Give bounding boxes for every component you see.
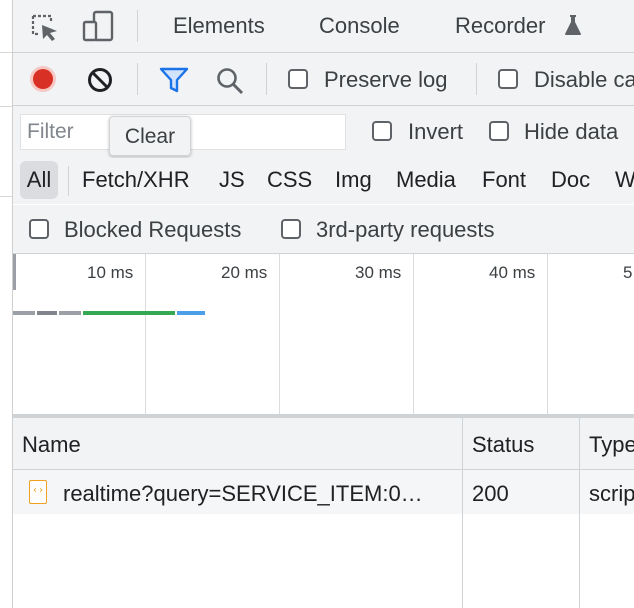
column-divider — [462, 470, 463, 608]
requests-table-header: Name Status Type — [13, 418, 634, 470]
search-icon[interactable] — [215, 66, 245, 96]
third-party-requests-label: 3rd-party requests — [316, 217, 495, 242]
tab-console[interactable]: Console — [319, 13, 400, 39]
divider — [476, 63, 477, 95]
timeline-bar-waiting — [83, 311, 175, 315]
type-filter-doc[interactable]: Doc — [551, 167, 590, 193]
type-filter-ws[interactable]: W — [615, 167, 634, 193]
devtools-tab-bar: Elements Console Recorder — [13, 0, 634, 53]
timeline-gridline — [145, 254, 146, 414]
disable-cache-label: Disable ca — [534, 67, 634, 92]
blocked-requests-label: Blocked Requests — [64, 217, 242, 242]
hide-data-urls-label: Hide data — [524, 119, 619, 144]
divider — [266, 63, 267, 95]
flask-icon — [564, 14, 582, 36]
page-edge-line — [0, 196, 12, 197]
invert-checkbox[interactable] — [372, 121, 392, 141]
request-status-cell: 200 — [472, 481, 509, 506]
timeline-gridline — [279, 254, 280, 414]
preserve-log-checkbox[interactable] — [288, 69, 308, 89]
resource-type-filter-bar: All Fetch/XHR JS CSS Img Media Font Doc … — [13, 158, 634, 204]
timeline-bar-queueing — [13, 311, 35, 315]
filter-icon[interactable] — [159, 66, 189, 94]
column-header-type[interactable]: Type — [589, 432, 634, 458]
filter-bar: Invert Hide data — [13, 106, 634, 158]
type-filter-media[interactable]: Media — [396, 167, 456, 193]
type-filter-img[interactable]: Img — [335, 167, 372, 193]
timeline-start-marker — [13, 254, 16, 290]
tab-elements[interactable]: Elements — [173, 13, 265, 39]
script-file-icon: ‹› — [29, 480, 47, 504]
timeline-tick-label: 5 — [623, 263, 633, 282]
request-options-bar: Blocked Requests 3rd-party requests — [13, 205, 634, 254]
timeline-tick-label: 20 ms — [221, 263, 268, 282]
timeline-tick-label: 40 ms — [489, 263, 536, 282]
preserve-log-label: Preserve log — [324, 67, 448, 92]
third-party-requests-checkbox[interactable] — [281, 219, 301, 239]
page-edge-line — [0, 106, 12, 107]
type-filter-font[interactable]: Font — [482, 167, 526, 193]
blocked-requests-checkbox[interactable] — [29, 219, 49, 239]
tab-recorder[interactable]: Recorder — [455, 13, 545, 39]
timeline-tick-label: 10 ms — [87, 263, 134, 282]
requests-table-body — [13, 514, 634, 608]
type-filter-js[interactable]: JS — [219, 167, 245, 193]
record-icon[interactable] — [29, 65, 57, 93]
column-divider — [579, 470, 580, 608]
timeline-gridline — [413, 254, 414, 414]
page-edge-line — [0, 52, 12, 53]
network-overview-timeline[interactable]: 10 ms 20 ms 30 ms 40 ms 5 — [13, 254, 634, 414]
divider — [137, 10, 138, 42]
timeline-bar-stalled — [37, 311, 57, 315]
request-name-cell: realtime?query=SERVICE_ITEM:0… — [63, 481, 423, 506]
type-filter-all[interactable]: All — [20, 161, 58, 199]
type-filter-css[interactable]: CSS — [267, 167, 312, 193]
clear-tooltip: Clear — [109, 116, 191, 156]
type-filter-fetch-xhr[interactable]: Fetch/XHR — [82, 167, 190, 193]
hide-data-urls-checkbox[interactable] — [489, 121, 509, 141]
disable-cache-checkbox[interactable] — [498, 69, 518, 89]
column-header-status[interactable]: Status — [472, 432, 534, 458]
invert-label: Invert — [408, 119, 464, 144]
column-divider[interactable] — [462, 418, 463, 470]
timeline-bar-connect — [59, 311, 81, 315]
divider — [68, 166, 69, 196]
page-edge-strip — [0, 0, 13, 608]
timeline-tick-label: 30 ms — [355, 263, 402, 282]
request-type-cell: scrip — [589, 481, 634, 506]
device-toolbar-icon[interactable] — [81, 10, 115, 44]
inspect-element-icon[interactable] — [29, 12, 61, 44]
timeline-bar-download — [177, 311, 205, 315]
divider — [137, 63, 138, 95]
table-row[interactable]: ‹› realtime?query=SERVICE_ITEM:0… 200 sc… — [13, 470, 634, 514]
column-header-name[interactable]: Name — [22, 432, 81, 458]
clear-icon[interactable] — [86, 66, 114, 94]
timeline-gridline — [547, 254, 548, 414]
column-divider[interactable] — [579, 418, 580, 470]
network-toolbar: Preserve log Disable ca — [13, 53, 634, 106]
